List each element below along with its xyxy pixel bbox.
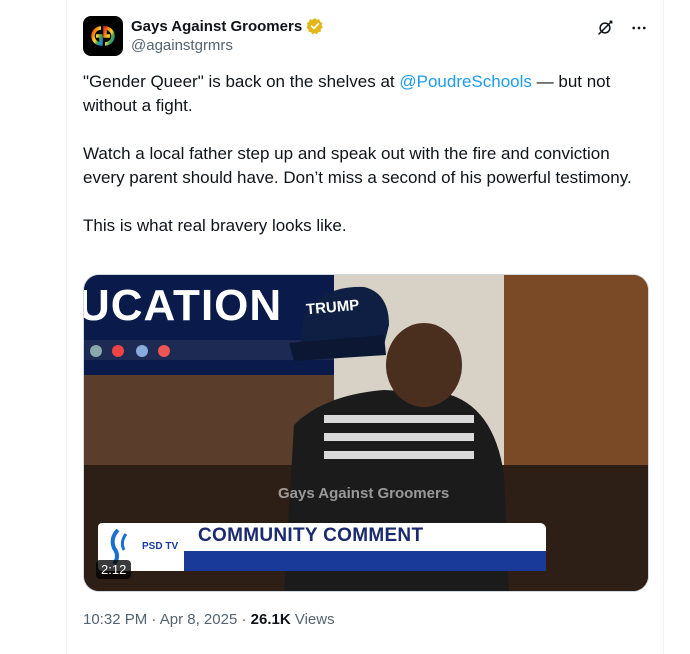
tweet-text-part: "Gender Queer" is back on the shelves at (83, 72, 400, 91)
views-label: Views (290, 611, 335, 628)
gg-logo-icon (91, 26, 115, 46)
tweet-text: "Gender Queer" is back on the shelves at… (83, 70, 643, 238)
tweet-header: Gays Against Groomers @againstgrmrs (83, 14, 649, 58)
psd-tv-label: PSD TV (142, 541, 179, 552)
tweet-paragraph: This is what real bravery looks like. (83, 216, 347, 235)
tweet-date[interactable]: Apr 8, 2025 (160, 611, 238, 628)
meta-separator: · (237, 611, 251, 628)
grok-icon[interactable] (595, 18, 615, 38)
more-icon[interactable] (629, 18, 649, 38)
banner-title: COMMUNITY COMMENT (198, 525, 424, 546)
verified-badge-icon (306, 18, 323, 35)
tweet-meta: 10:32 PM · Apr 8, 2025 · 26.1K Views (83, 610, 335, 630)
views-count: 26.1K (250, 611, 291, 628)
banner-blue-bar (184, 551, 546, 571)
tweet-card: Gays Against Groomers @againstgrmrs "Gen… (66, 0, 664, 654)
meta-separator: · (147, 611, 160, 628)
video-player[interactable]: UCATION TRUMP Gays Against Groomers PSD … (83, 274, 649, 592)
author-handle[interactable]: @againstgrmrs (131, 36, 324, 56)
tweet-paragraph: Watch a local father step up and speak o… (83, 144, 632, 187)
video-duration: 2:12 (96, 560, 132, 579)
avatar[interactable] (83, 16, 123, 56)
tweet-time[interactable]: 10:32 PM (83, 611, 147, 628)
video-watermark: Gays Against Groomers (278, 485, 450, 502)
mention-link[interactable]: @PoudreSchools (399, 72, 532, 91)
community-comment-banner: PSD TV COMMUNITY COMMENT (98, 523, 546, 571)
screen-text: UCATION (83, 281, 283, 330)
author-display-name[interactable]: Gays Against Groomers (131, 18, 302, 35)
